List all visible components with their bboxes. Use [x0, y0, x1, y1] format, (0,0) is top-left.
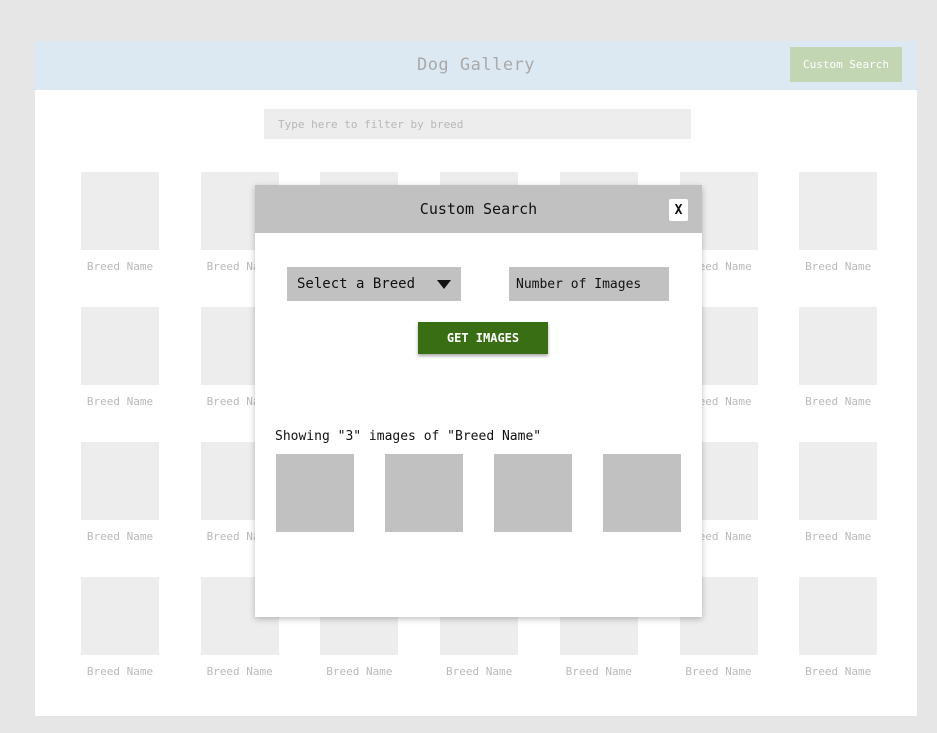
- breed-name-label: Breed Name: [445, 665, 513, 678]
- breed-tile[interactable]: Breed Name: [789, 307, 909, 417]
- breed-tile[interactable]: Breed Name: [789, 577, 909, 687]
- breed-select-label: Select a Breed: [297, 276, 416, 292]
- result-image-placeholder[interactable]: [385, 454, 463, 532]
- breed-name-label: Breed Name: [805, 395, 872, 408]
- breed-name-label: Breed Name: [326, 665, 393, 678]
- breed-name-label: Breed Name: [206, 665, 273, 678]
- breed-tile[interactable]: Breed Name: [789, 172, 909, 282]
- breed-name-label: Breed Name: [86, 665, 154, 678]
- breed-name-label: Breed Name: [86, 530, 154, 543]
- modal-title: Custom Search: [419, 200, 538, 218]
- breed-name-label: Breed Name: [685, 665, 752, 678]
- custom-search-button[interactable]: Custom Search: [790, 47, 902, 82]
- breed-image-placeholder: [799, 307, 878, 385]
- results-summary-text: Showing "3" images of "Breed Name": [275, 429, 542, 444]
- breed-image-placeholder: [799, 442, 878, 520]
- breed-name-label: Breed Name: [805, 530, 872, 543]
- breed-tile[interactable]: Breed Name: [71, 577, 191, 687]
- breed-image-placeholder: [81, 577, 159, 655]
- custom-search-modal: Custom Search X Select a Breed GET IMAGE…: [255, 185, 702, 617]
- breed-tile[interactable]: Breed Name: [71, 442, 191, 552]
- breed-name-label: Breed Name: [805, 665, 872, 678]
- dropdown-arrow-icon: [437, 280, 451, 289]
- result-image-placeholder[interactable]: [603, 454, 681, 532]
- breed-name-label: Breed Name: [86, 395, 154, 408]
- result-image-placeholder[interactable]: [494, 454, 572, 532]
- breed-image-placeholder: [799, 172, 878, 250]
- breed-filter-input[interactable]: [264, 109, 691, 139]
- close-button[interactable]: X: [669, 199, 688, 221]
- breed-image-placeholder: [81, 307, 159, 385]
- breed-image-placeholder: [799, 577, 878, 655]
- breed-name-label: Breed Name: [86, 260, 154, 273]
- header-bar: Dog Gallery Custom Search: [35, 41, 917, 90]
- breed-name-label: Breed Name: [565, 665, 632, 678]
- number-of-images-input[interactable]: [509, 267, 669, 301]
- breed-select-dropdown[interactable]: Select a Breed: [287, 267, 461, 301]
- breed-image-placeholder: [81, 172, 159, 250]
- page-title: Dog Gallery: [416, 55, 536, 75]
- breed-tile[interactable]: Breed Name: [71, 307, 191, 417]
- breed-tile[interactable]: Breed Name: [789, 442, 909, 552]
- modal-header: Custom Search X: [255, 185, 702, 233]
- breed-name-label: Breed Name: [805, 260, 872, 273]
- result-image-placeholder[interactable]: [276, 454, 354, 532]
- breed-image-placeholder: [81, 442, 159, 520]
- breed-tile[interactable]: Breed Name: [71, 172, 191, 282]
- get-images-button[interactable]: GET IMAGES: [418, 322, 548, 354]
